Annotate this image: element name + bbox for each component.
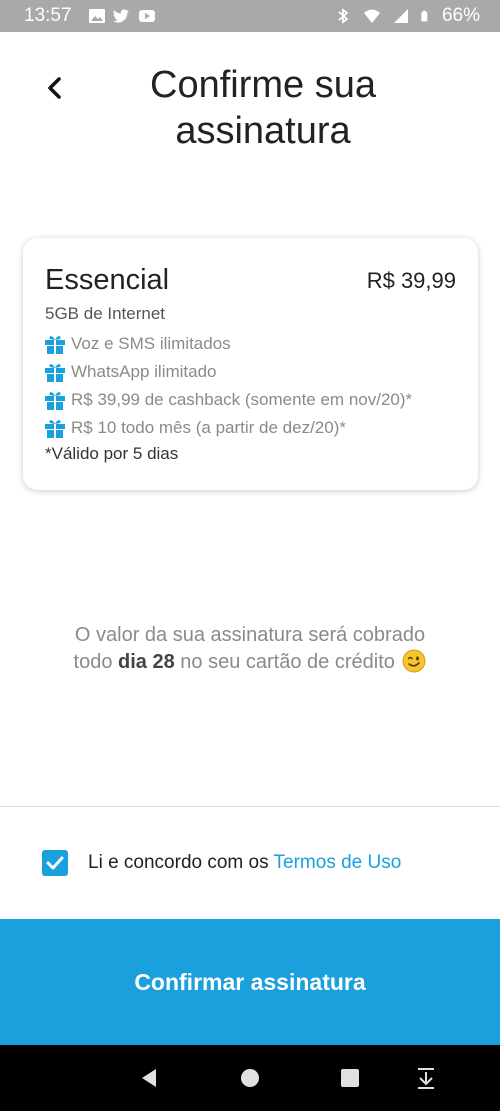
notification-shade-icon[interactable] <box>413 1065 439 1091</box>
terms-text: Li e concordo com os <box>88 852 269 873</box>
signal-icon <box>393 9 408 23</box>
plan-card: Essencial R$ 39,99 5GB de Internet Voz e… <box>23 238 478 490</box>
benefit-text: WhatsApp ilimitado <box>71 362 217 381</box>
divider <box>0 806 500 807</box>
youtube-icon <box>139 10 155 22</box>
gift-icon <box>45 364 65 382</box>
benefit-list: Voz e SMS ilimitados WhatsApp ilimitado … <box>43 330 412 442</box>
navigation-bar <box>0 1045 500 1111</box>
wink-emoji-icon <box>402 649 426 673</box>
plan-price: R$ 39,99 <box>366 268 456 293</box>
terms-label: Li e concordo com os Termos de Uso <box>88 852 401 874</box>
back-nav-icon[interactable] <box>136 1065 162 1091</box>
system-icons: 66% <box>334 5 480 27</box>
benefit-item: WhatsApp ilimitado <box>43 358 412 386</box>
billing-day: dia 28 <box>118 651 175 673</box>
plan-data-allowance: 5GB de Internet <box>45 304 166 323</box>
benefit-text: Voz e SMS ilimitados <box>71 334 231 353</box>
benefit-text: R$ 10 todo mês (a partir de dez/20)* <box>71 418 346 437</box>
billing-prefix: todo <box>73 651 113 673</box>
plan-validity-note: *Válido por 5 dias <box>45 444 179 463</box>
battery-percentage: 66% <box>441 5 480 26</box>
wifi-icon <box>363 9 380 23</box>
billing-line-1: O valor da sua assinatura será cobrado <box>74 624 426 646</box>
terms-of-use-link[interactable]: Termos de Uso <box>274 852 402 873</box>
chevron-left-icon <box>48 77 61 99</box>
recents-nav-icon[interactable] <box>337 1065 363 1091</box>
terms-row: Li e concordo com os Termos de Uso <box>42 850 401 876</box>
gift-icon <box>45 420 65 438</box>
benefit-item: Voz e SMS ilimitados <box>43 330 412 358</box>
confirm-subscription-button[interactable]: Confirmar assinatura <box>0 919 500 1045</box>
battery-icon <box>421 10 428 22</box>
bluetooth-icon <box>338 8 349 24</box>
checkmark-icon <box>46 856 64 870</box>
status-time: 13:57 <box>24 5 72 26</box>
gift-icon <box>45 336 65 354</box>
twitter-icon <box>113 9 129 23</box>
home-nav-icon[interactable] <box>237 1065 263 1091</box>
image-icon <box>89 9 105 23</box>
plan-name: Essencial <box>45 264 170 296</box>
gift-icon <box>45 392 65 410</box>
back-button[interactable] <box>36 68 72 108</box>
notification-icons <box>88 7 158 25</box>
terms-checkbox[interactable] <box>42 850 68 876</box>
benefit-item: R$ 10 todo mês (a partir de dez/20)* <box>43 414 412 442</box>
billing-info: O valor da sua assinatura será cobrado t… <box>30 622 470 676</box>
page-title: Confirme sua assinatura <box>150 64 376 152</box>
status-bar: 13:57 66% <box>0 0 500 32</box>
billing-suffix: no seu cartão de crédito <box>180 651 395 673</box>
benefit-item: R$ 39,99 de cashback (somente em nov/20)… <box>43 386 412 414</box>
benefit-text: R$ 39,99 de cashback (somente em nov/20)… <box>71 390 413 409</box>
